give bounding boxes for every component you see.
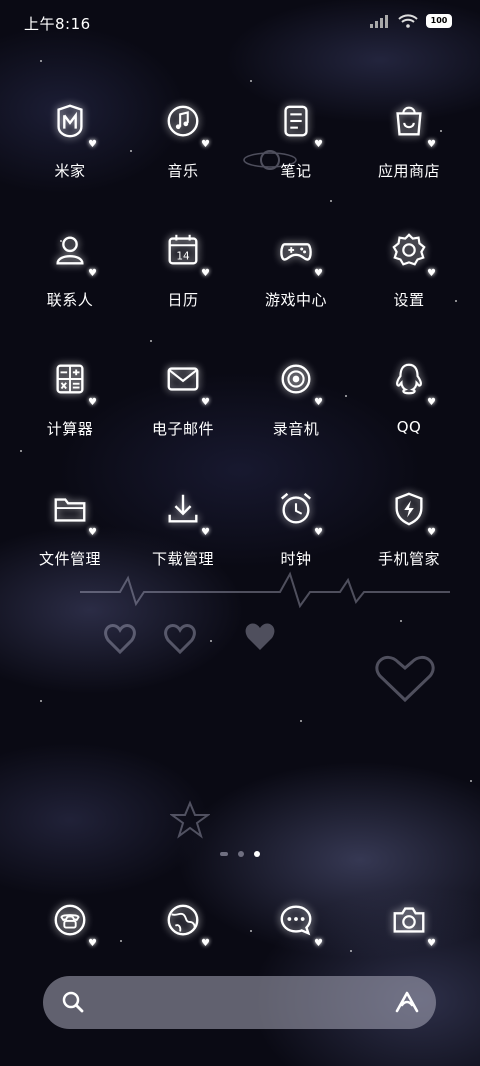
- dock-phone[interactable]: ♥: [14, 895, 126, 949]
- app-label: 文件管理: [38, 550, 101, 568]
- app-security[interactable]: ♥ 手机管家: [353, 484, 465, 569]
- qq-icon: [396, 363, 422, 395]
- folder-icon: [54, 498, 86, 522]
- camera-icon: [393, 907, 425, 933]
- app-app-store[interactable]: ♥ 应用商店: [353, 96, 465, 181]
- app-label: 笔记: [280, 162, 312, 180]
- search-icon[interactable]: [61, 990, 85, 1014]
- app-contacts[interactable]: ♥ 联系人: [14, 225, 126, 310]
- page-indicator: [0, 851, 480, 857]
- app-calculator[interactable]: ♥ 计算器: [14, 354, 126, 439]
- app-game-center[interactable]: ♥ 游戏中心: [240, 225, 352, 310]
- app-download-manager[interactable]: ♥ 下载管理: [127, 484, 239, 569]
- battery-icon: 100: [426, 14, 452, 28]
- hearts-doodle: [104, 623, 275, 655]
- heart-outline-doodle: [375, 655, 435, 703]
- app-recorder[interactable]: ♥ 录音机: [240, 354, 352, 439]
- star-doodle: [170, 800, 210, 839]
- page-dot-active[interactable]: [254, 851, 260, 857]
- alarm-clock-icon: [280, 492, 312, 524]
- music-icon: [167, 105, 199, 137]
- page-dot[interactable]: [220, 852, 228, 856]
- assistant-icon[interactable]: [394, 989, 420, 1015]
- contacts-icon: [56, 236, 84, 265]
- shield-icon: [395, 492, 423, 526]
- dock-camera[interactable]: ♥: [353, 895, 465, 949]
- app-label: 联系人: [46, 291, 94, 309]
- phone-icon: [54, 904, 86, 936]
- app-label: 录音机: [272, 420, 320, 438]
- gear-icon: [392, 233, 426, 266]
- app-notes[interactable]: ♥ 笔记: [240, 96, 352, 181]
- app-music[interactable]: ♥ 音乐: [127, 96, 239, 181]
- app-label: 设置: [393, 291, 425, 309]
- globe-icon: [167, 904, 199, 936]
- app-label: QQ: [396, 418, 422, 436]
- notes-icon: [284, 105, 308, 137]
- recorder-icon: [281, 364, 311, 394]
- signal-icon: [370, 15, 388, 28]
- search-bar[interactable]: [43, 976, 436, 1029]
- calendar-icon: 14: [168, 234, 198, 265]
- app-clock[interactable]: ♥ 时钟: [240, 484, 352, 569]
- clock-time: 上午8:16: [24, 15, 91, 33]
- app-file-manager[interactable]: ♥ 文件管理: [14, 484, 126, 569]
- app-store-icon: [396, 106, 422, 136]
- app-label: 计算器: [46, 420, 94, 438]
- dock-messages[interactable]: ♥: [240, 895, 352, 949]
- app-label: 电子邮件: [151, 420, 214, 438]
- app-label: 游戏中心: [264, 291, 327, 309]
- heartbeat-doodle: [80, 571, 450, 609]
- app-mijia[interactable]: ♥ 米家: [14, 96, 126, 181]
- page-dot[interactable]: [238, 851, 244, 857]
- gamepad-icon: [280, 243, 312, 261]
- calendar-date: 14: [176, 251, 190, 263]
- app-qq[interactable]: ♥ QQ: [353, 354, 465, 436]
- wifi-icon: [398, 14, 418, 28]
- app-label: 米家: [54, 162, 86, 180]
- mail-icon: [167, 367, 199, 391]
- status-bar: 上午8:16 100: [0, 0, 480, 44]
- app-calendar[interactable]: 14 ♥ 日历: [127, 225, 239, 310]
- app-settings[interactable]: ♥ 设置: [353, 225, 465, 310]
- dock-browser[interactable]: ♥: [127, 895, 239, 949]
- calculator-icon: [56, 364, 84, 394]
- app-label: 应用商店: [377, 162, 440, 180]
- app-email[interactable]: ♥ 电子邮件: [127, 354, 239, 439]
- app-label: 日历: [167, 291, 199, 309]
- app-label: 音乐: [167, 162, 199, 180]
- message-icon: [280, 905, 312, 936]
- download-icon: [168, 494, 198, 523]
- mijia-icon: [57, 104, 83, 138]
- app-label: 手机管家: [377, 550, 440, 568]
- app-label: 时钟: [280, 550, 312, 568]
- app-label: 下载管理: [151, 550, 214, 568]
